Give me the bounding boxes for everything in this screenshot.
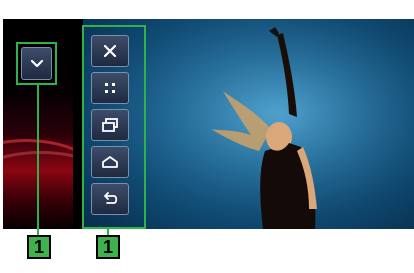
menu-dots-button[interactable] [91, 72, 129, 104]
callout-label-right: 1 [96, 235, 120, 259]
chevron-down-icon [30, 59, 43, 67]
dots-grid-icon [105, 83, 115, 93]
home-icon [102, 156, 118, 168]
back-arrow-icon [104, 192, 118, 204]
window-switch-button[interactable] [91, 109, 129, 141]
collapse-button[interactable] [21, 47, 52, 80]
callout-line-left [37, 85, 39, 235]
close-icon [103, 44, 117, 58]
home-button[interactable] [91, 146, 129, 178]
windows-icon [102, 118, 118, 132]
head-unit-screen [3, 19, 414, 229]
back-button[interactable] [91, 183, 129, 215]
close-button[interactable] [91, 35, 129, 67]
callout-label-left: 1 [27, 235, 51, 259]
